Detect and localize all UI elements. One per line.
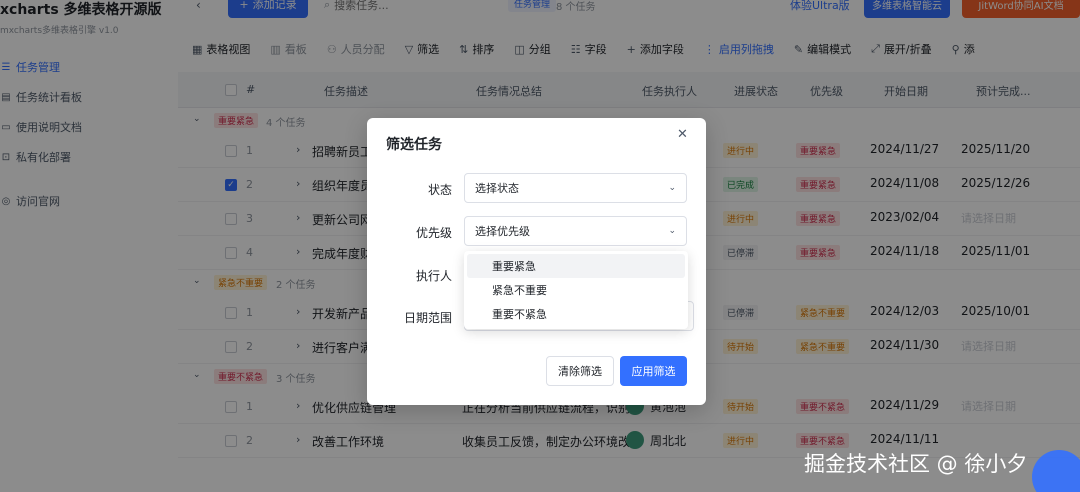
close-icon[interactable]: ✕ [677, 127, 688, 142]
clear-filter-button[interactable]: 清除筛选 [546, 356, 614, 386]
chevron-down-icon: ⌄ [668, 226, 676, 236]
priority-label: 优先级 [415, 226, 452, 240]
status-select-value: 选择状态 [475, 182, 519, 195]
watermark: 掘金技术社区 @ 徐小夕 [804, 452, 1028, 476]
priority-option[interactable]: 紧急不重要 [467, 278, 685, 302]
chevron-down-icon: ⌄ [668, 183, 676, 193]
assignee-label: 执行人 [415, 269, 452, 283]
priority-option[interactable]: 重要不紧急 [467, 302, 685, 326]
date-range-label: 日期范围 [403, 311, 452, 325]
apply-filter-button[interactable]: 应用筛选 [620, 356, 687, 386]
priority-select-value: 选择优先级 [475, 225, 530, 238]
status-select[interactable]: 选择状态 ⌄ [464, 173, 687, 203]
priority-option[interactable]: 重要紧急 [467, 254, 685, 278]
priority-dropdown: 重要紧急 紧急不重要 重要不紧急 [464, 251, 688, 329]
modal-title: 筛选任务 [386, 137, 442, 153]
priority-select[interactable]: 选择优先级 ⌄ [464, 216, 687, 246]
status-label: 状态 [427, 183, 452, 197]
